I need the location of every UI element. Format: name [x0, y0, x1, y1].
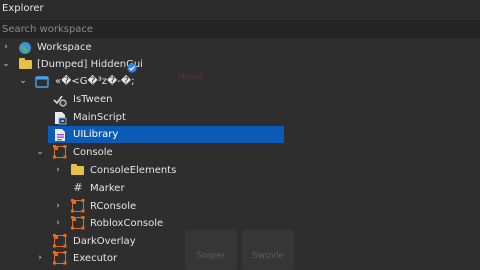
tree-item-workspace[interactable]: › Workspace [0, 39, 480, 56]
screen-gui-icon [35, 74, 49, 88]
tree-item-consoleelements[interactable]: › ConsoleElements [0, 162, 480, 179]
tree-item-darkoverlay[interactable]: DarkOverlay [0, 233, 480, 250]
frame-icon [52, 233, 67, 248]
local-script-icon [53, 110, 67, 125]
tree-item-dumped-hiddengui[interactable]: ⌄ [Dumped] HiddenGui [0, 56, 480, 73]
chevron-down-icon[interactable]: ⌄ [1, 58, 11, 70]
tree-item-screengui[interactable]: ⌄ «�<G�³z�-�; [0, 73, 480, 90]
tree-item-label: «�<G�³z�-�; [55, 76, 135, 87]
tree-item-marker[interactable]: # Marker [0, 180, 480, 197]
tree-item-label: RConsole [90, 201, 137, 212]
tree-item-uilibrary[interactable]: UILibrary [0, 126, 480, 143]
chevron-right-icon[interactable]: › [53, 200, 63, 212]
frame-icon [70, 215, 85, 230]
frame-icon [52, 144, 67, 159]
frame-icon [70, 198, 85, 213]
tree-item-robloxconsole[interactable]: › RobloxConsole [0, 215, 480, 232]
chevron-right-icon[interactable]: › [53, 217, 63, 229]
tree-item-label: DarkOverlay [73, 236, 136, 247]
tree-item-rconsole[interactable]: › RConsole [0, 198, 480, 215]
tree-item-label: Marker [90, 183, 125, 194]
tree-item-label: Executor [73, 253, 118, 264]
tree-item-istween[interactable]: IsTween [0, 91, 480, 108]
hash-icon: # [73, 181, 83, 194]
explorer-title-bar: Explorer [0, 0, 480, 18]
chevron-down-icon[interactable]: ⌄ [18, 75, 28, 87]
tree-item-label: Console [73, 147, 113, 158]
folder-icon [71, 163, 85, 177]
frame-icon [52, 250, 67, 265]
globe-icon [18, 40, 32, 54]
window-title: Explorer [2, 3, 44, 14]
tree-item-executor[interactable]: › Executor [0, 250, 480, 267]
tree-item-label: IsTween [73, 94, 113, 105]
checkmark-badge-icon [127, 58, 137, 73]
tree-item-label: Workspace [37, 42, 92, 53]
tree-item-label: ConsoleElements [90, 165, 177, 176]
folder-icon [19, 57, 33, 71]
chevron-right-icon[interactable]: › [1, 41, 11, 53]
tree-item-label: RobloxConsole [90, 218, 164, 229]
tree-item-mainscript[interactable]: MainScript [0, 109, 480, 126]
bool-value-icon [53, 92, 67, 107]
search-bar[interactable] [0, 20, 480, 38]
tree-item-label: UILibrary [73, 129, 119, 140]
tree-item-console[interactable]: ⌄ Console [0, 144, 480, 161]
search-input[interactable] [0, 21, 472, 37]
module-script-icon [53, 127, 67, 141]
chevron-down-icon[interactable]: ⌄ [35, 146, 45, 158]
tree-item-label: MainScript [73, 112, 126, 123]
chevron-right-icon[interactable]: › [35, 252, 45, 264]
chevron-right-icon[interactable]: › [53, 164, 63, 176]
